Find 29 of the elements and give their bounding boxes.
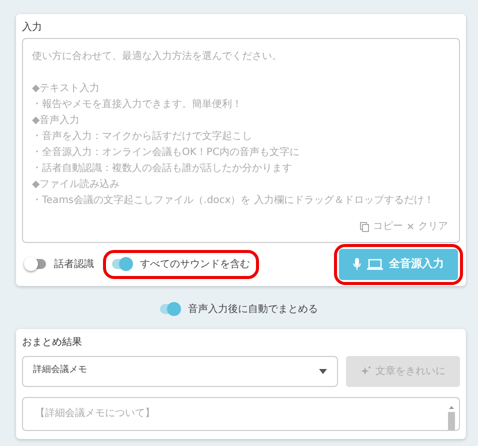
toggle-switch[interactable] [160,304,180,314]
panel-title: おまとめ結果 [22,336,82,350]
dropdown-caret-icon [319,368,327,374]
microphone-icon [353,258,361,270]
placeholder-line: ・全音源入力：オンライン会議もOK！PC内の音声も文字に [32,146,300,160]
copy-icon [360,222,369,232]
clear-link[interactable]: クリア [407,219,448,234]
placeholder-line: ・話者自動認識：複数人の会話も誰が話したか分かります [32,162,292,176]
select-value: 詳細会議メモ [33,364,87,378]
placeholder-line: ◆ファイル読み込み [32,178,120,192]
toggle-label: すべてのサウンドを含む [140,258,250,272]
record-button[interactable]: 全音源入力 [339,249,458,280]
copy-link[interactable]: コピー [360,219,403,234]
toggle-label: 音声入力後に自動でまとめる [188,302,318,316]
template-select[interactable]: 詳細会議メモ [22,356,338,386]
placeholder-line: ◆テキスト入力 [32,82,100,96]
toggle-label: 話者認識 [54,258,94,272]
toggle-switch[interactable] [112,259,132,270]
placeholder-line: 使い方に合わせて、最適な入力方法を選んでください。 [32,50,282,64]
placeholder-line: ・音声を入力：マイクから話すだけで文字起こし [32,130,252,144]
placeholder-line: ・報告やメモを直接入力できます。簡単便利！ [32,98,242,112]
laptop-icon [367,258,383,270]
sparkle-icon [360,366,370,376]
placeholder-line: ・Teams会議の文字起こしファイル（.docx）を 入力欄にドラッグ＆ドロップするだけ！ [32,194,434,208]
toggle-switch[interactable] [26,259,46,270]
result-text: 【詳細会議メモについて】 [35,408,155,418]
close-icon [407,223,414,230]
panel-title: 入力 [22,20,42,35]
placeholder-line: ◆音声入力 [32,114,80,128]
